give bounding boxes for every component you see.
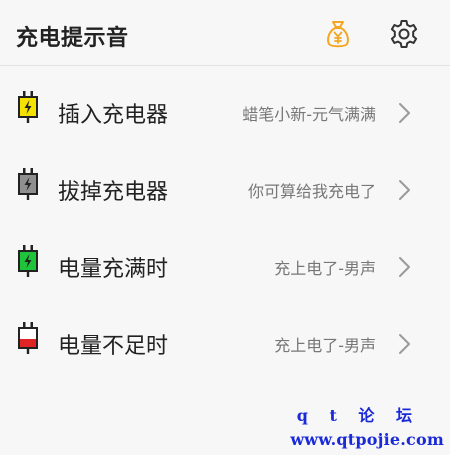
row-value: 你可算给我充电了 [247, 182, 376, 201]
chevron-right-icon [399, 180, 410, 200]
row-label: 插入充电器 [58, 103, 169, 128]
battery-full-icon [18, 245, 38, 277]
watermark-forum-name: q t 论 坛 [296, 406, 420, 425]
watermark-url: www.qtpojie.com [290, 430, 444, 449]
row-value: 充上电了-男声 [274, 336, 376, 355]
chevron-right-icon [399, 103, 410, 123]
settings-button[interactable] [388, 18, 420, 50]
list-item-unplug[interactable]: 拔掉充电器 你可算给我充电了 [0, 143, 450, 220]
forum-watermark: q t 论 坛 www.qtpojie.com [290, 402, 444, 449]
row-label: 电量不足时 [58, 334, 169, 359]
unplug-icon [18, 168, 38, 200]
list-item-battery-low[interactable]: 电量不足时 充上电了-男声 [0, 297, 450, 374]
chevron-right-icon [399, 334, 410, 354]
row-value: 蜡笔小新-元气满满 [242, 105, 376, 124]
row-label: 拔掉充电器 [58, 180, 169, 205]
list-item-plug-in[interactable]: 插入充电器 蜡笔小新-元气满满 [0, 66, 450, 143]
plug-in-icon [18, 91, 38, 123]
row-value: 充上电了-男声 [274, 259, 376, 278]
chevron-right-icon [399, 257, 410, 277]
gear-icon [390, 20, 418, 48]
list-item-battery-full[interactable]: 电量充满时 充上电了-男声 [0, 220, 450, 297]
money-bag-icon [327, 21, 349, 48]
sound-settings-list: 插入充电器 蜡笔小新-元气满满 拔掉充电器 你可算给我充电了 电量充满时 充上电… [0, 66, 450, 374]
money-bag-button[interactable] [322, 18, 354, 50]
page-title: 充电提示音 [16, 26, 129, 51]
battery-low-icon [18, 322, 38, 354]
row-label: 电量充满时 [58, 257, 169, 282]
app-header: 充电提示音 [0, 0, 450, 66]
